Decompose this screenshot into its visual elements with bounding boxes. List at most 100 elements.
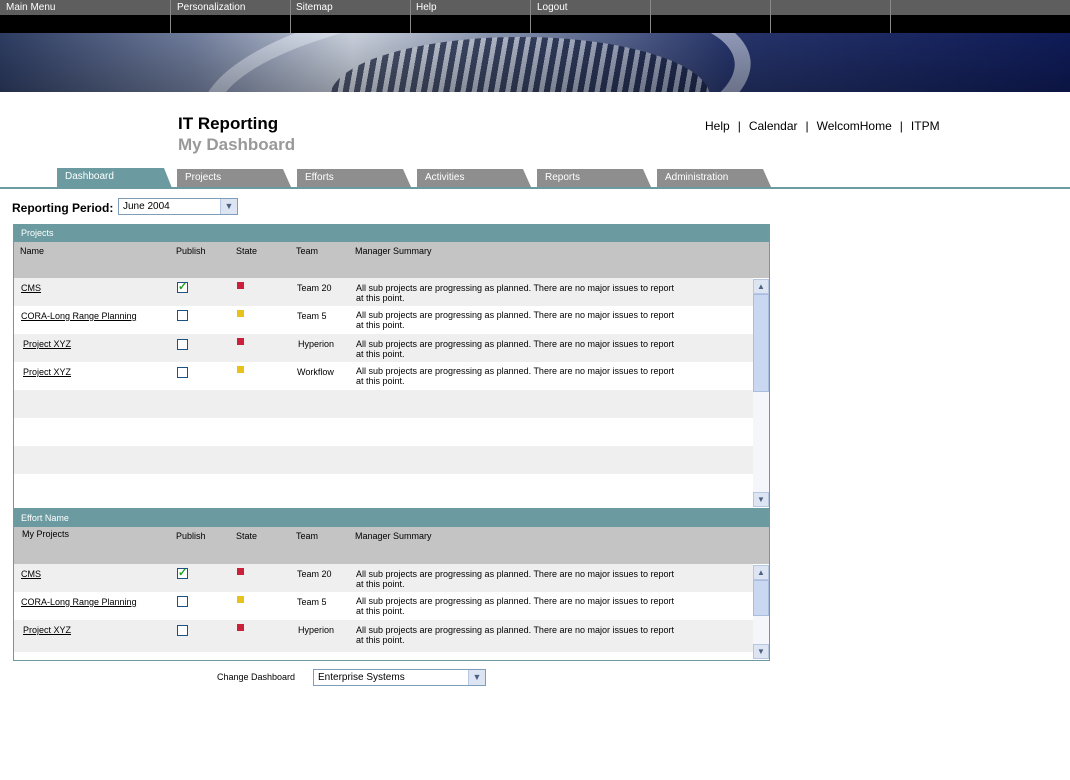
header-links: Help | Calendar | WelcomHome | ITPM [705,119,940,133]
link-welcomhome[interactable]: WelcomHome [817,119,892,133]
summary-cell: All sub projects are progressing as plan… [356,366,675,386]
nav-divider [890,0,891,33]
state-indicator [237,310,244,317]
summary-cell: All sub projects are progressing as plan… [356,339,675,359]
tab-efforts[interactable]: Efforts [297,169,411,187]
table-row-empty [14,446,753,474]
scroll-down-icon[interactable]: ▼ [753,492,769,507]
col-manager-summary: Manager Summary [355,246,432,256]
link-itpm[interactable]: ITPM [911,119,940,133]
project-link[interactable]: CORA-Long Range Planning [21,311,137,321]
nav-main-menu[interactable]: Main Menu [0,0,120,15]
team-cell: Hyperion [298,339,335,349]
project-link[interactable]: Project XYZ [23,625,71,635]
change-dashboard-select[interactable]: Enterprise Systems ▼ [313,669,486,686]
project-link[interactable]: CMS [21,569,41,579]
tab-dashboard[interactable]: Dashboard [57,168,172,188]
table-row: CMS Team 20 All sub projects are progres… [14,564,753,592]
chevron-down-icon[interactable]: ▼ [220,199,237,214]
top-navigation: Main Menu Personalization Sitemap Help L… [0,0,1070,15]
summary-cell: All sub projects are progressing as plan… [356,283,675,303]
link-help[interactable]: Help [705,119,730,133]
table-row-empty [14,418,753,446]
efforts-scrollbar[interactable]: ▲ ▼ [753,565,769,659]
publish-checkbox[interactable] [177,367,188,378]
table-row: Project XYZ Hyperion All sub projects ar… [14,334,753,362]
reporting-period-label: Reporting Period: [12,201,114,215]
nav-divider [650,0,651,33]
banner-shade [0,33,1070,92]
nav-logout[interactable]: Logout [531,0,651,15]
summary-cell: All sub projects are progressing as plan… [356,596,675,616]
nav-divider [770,0,771,33]
team-cell: Workflow [297,367,334,377]
header-banner-image [0,33,1070,92]
project-link[interactable]: CORA-Long Range Planning [21,597,137,607]
col-my-projects: My Projects [22,529,70,539]
change-dashboard-label: Change Dashboard [217,672,296,682]
scroll-down-icon[interactable]: ▼ [753,644,769,659]
nav-divider [410,0,411,33]
change-dashboard-value: Enterprise Systems [318,672,405,683]
publish-checkbox[interactable] [177,625,188,636]
efforts-column-header: My Projects Publish State Team Manager S… [14,527,769,564]
scroll-up-icon[interactable]: ▲ [753,279,769,294]
table-row: Project XYZ Workflow All sub projects ar… [14,362,753,390]
team-cell: Team 5 [297,311,327,321]
col-manager-summary: Manager Summary [355,531,432,541]
link-separator: | [805,119,809,133]
scroll-up-icon[interactable]: ▲ [753,565,769,580]
state-indicator [237,624,244,631]
nav-sitemap[interactable]: Sitemap [290,0,410,15]
nav-divider [170,0,171,33]
publish-checkbox[interactable] [177,310,188,321]
tab-administration[interactable]: Administration [657,169,771,187]
table-row: CORA-Long Range Planning Team 5 All sub … [14,592,753,620]
table-row: CMS Team 20 All sub projects are progres… [14,278,753,306]
col-publish: Publish [176,531,206,541]
nav-help[interactable]: Help [410,0,530,15]
col-state: State [236,531,258,541]
reporting-period-select[interactable]: June 2004 ▼ [118,198,238,215]
project-link[interactable]: Project XYZ [23,339,71,349]
tab-projects[interactable]: Projects [177,169,291,187]
tab-activities[interactable]: Activities [417,169,531,187]
col-team: Team [296,246,319,256]
table-row: CORA-Long Range Planning Team 5 All sub … [14,306,753,334]
summary-cell: All sub projects are progressing as plan… [356,625,675,645]
projects-column-header: Name Publish State Team Manager Summary [14,242,769,278]
scrollbar-thumb[interactable] [753,580,769,616]
tab-reports[interactable]: Reports [537,169,651,187]
table-row-empty [14,390,753,418]
top-nav-black-bar [0,15,1070,33]
table-row-empty [14,474,753,501]
team-cell: Team 5 [297,597,327,607]
link-separator: | [737,119,741,133]
state-indicator [237,596,244,603]
publish-checkbox[interactable] [177,566,188,579]
link-calendar[interactable]: Calendar [749,119,798,133]
reporting-period-value: June 2004 [123,201,170,212]
col-name: Name [20,246,45,256]
scrollbar-thumb[interactable] [753,294,769,392]
team-cell: Hyperion [298,625,335,635]
col-publish: Publish [176,246,206,256]
link-separator: | [899,119,903,133]
project-link[interactable]: CMS [21,283,41,293]
publish-checkbox[interactable] [177,596,188,607]
projects-scrollbar[interactable]: ▲ ▼ [753,279,769,507]
summary-cell: All sub projects are progressing as plan… [356,569,675,589]
state-indicator [237,338,244,345]
team-cell: Team 20 [297,569,332,579]
tab-underline [0,187,1070,189]
efforts-panel-header: Effort Name [14,510,769,527]
col-state: State [236,246,258,256]
project-link[interactable]: Project XYZ [23,367,71,377]
publish-checkbox[interactable] [177,280,188,293]
summary-cell: All sub projects are progressing as plan… [356,310,675,330]
state-indicator [237,366,244,373]
table-row: Project XYZ Hyperion All sub projects ar… [14,620,753,652]
publish-checkbox[interactable] [177,339,188,350]
chevron-down-icon[interactable]: ▼ [468,670,485,685]
nav-personalization[interactable]: Personalization [171,0,291,15]
